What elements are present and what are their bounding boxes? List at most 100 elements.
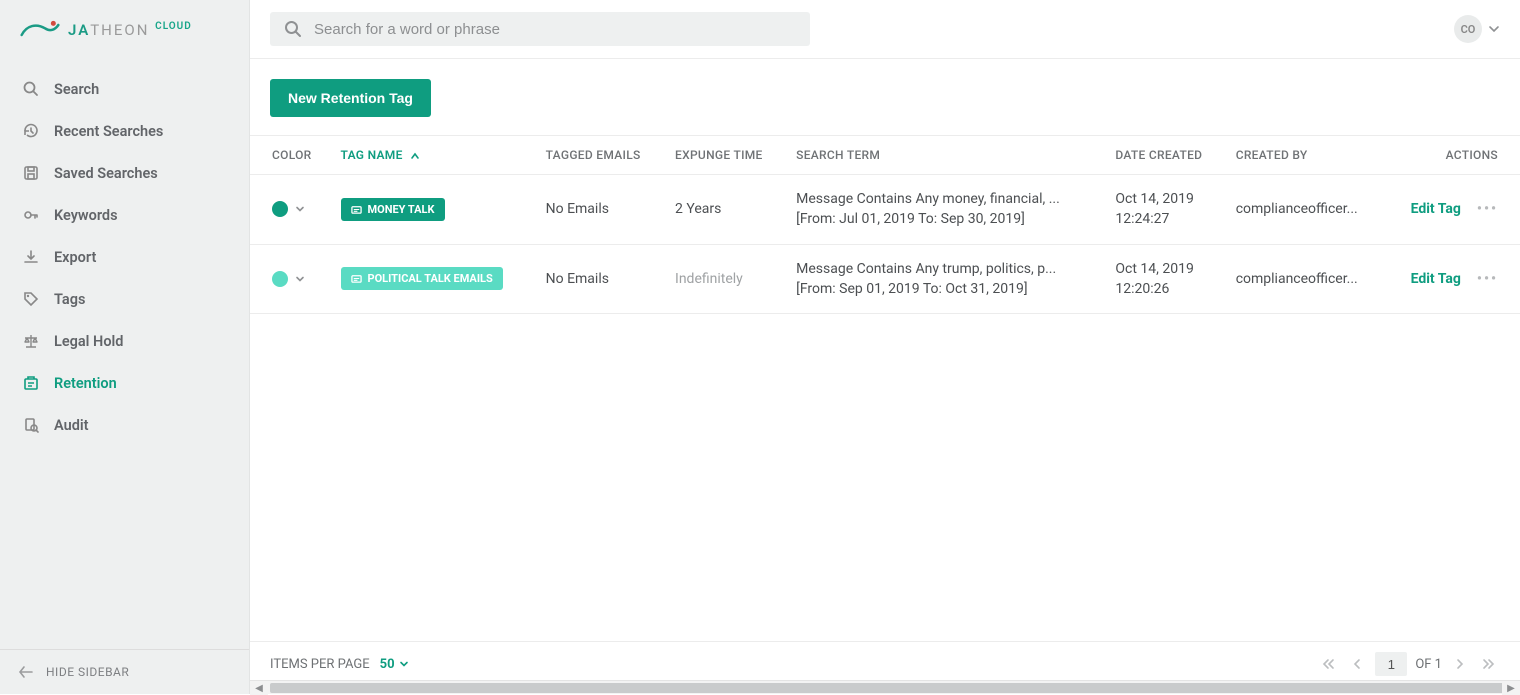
hide-sidebar-button[interactable]: HIDE SIDEBAR (0, 649, 249, 694)
search-input[interactable] (314, 21, 796, 38)
hide-sidebar-label: HIDE SIDEBAR (46, 665, 129, 679)
chevron-down-icon[interactable] (294, 273, 306, 285)
date-created-cell: Oct 14, 201912:24:27 (1115, 189, 1215, 230)
tag-pill[interactable]: MONEY TALK (341, 198, 445, 221)
sidebar-item-label: Legal Hold (54, 333, 123, 350)
col-tagged-emails[interactable]: TAGGED EMAILS (536, 136, 665, 175)
search-term-cell: Message Contains Any money, financial, .… (796, 189, 1076, 230)
chevron-down-icon (1488, 23, 1500, 35)
tag-icon (22, 290, 40, 308)
brand-logo[interactable]: JATHEON CLOUD (0, 0, 249, 60)
brand-text-1: JA (68, 21, 90, 39)
sidebar: JATHEON CLOUD Search Recent Searches Saved… (0, 0, 250, 694)
color-dot (272, 201, 288, 217)
sidebar-item-label: Search (54, 81, 99, 98)
tag-pill[interactable]: POLITICAL TALK EMAILS (341, 267, 503, 290)
edit-tag-button[interactable]: Edit Tag (1411, 201, 1461, 217)
logo-icon (20, 18, 60, 42)
sidebar-item-recent-searches[interactable]: Recent Searches (0, 110, 249, 152)
col-tag-name[interactable]: TAG NAME (331, 136, 536, 175)
brand-cloud: CLOUD (155, 21, 192, 32)
items-per-page[interactable]: ITEMS PER PAGE 50 (270, 657, 409, 672)
col-search-term[interactable]: SEARCH TERM (786, 136, 1105, 175)
page-last-button[interactable] (1478, 655, 1500, 673)
sidebar-item-label: Tags (54, 291, 85, 308)
page-prev-button[interactable] (1347, 656, 1367, 672)
page-input[interactable] (1375, 652, 1407, 676)
history-icon (22, 122, 40, 140)
expunge-time-cell: 2 Years (665, 175, 786, 245)
sidebar-item-search[interactable]: Search (0, 68, 249, 110)
sidebar-item-retention[interactable]: Retention (0, 362, 249, 404)
page-first-button[interactable] (1317, 655, 1339, 673)
sidebar-item-audit[interactable]: Audit (0, 404, 249, 446)
scrollbar-thumb[interactable] (270, 683, 1510, 693)
topbar: CO (250, 0, 1520, 59)
sidebar-item-label: Retention (54, 375, 117, 392)
more-actions-button[interactable]: ••• (1477, 271, 1498, 287)
sidebar-item-saved-searches[interactable]: Saved Searches (0, 152, 249, 194)
edit-tag-button[interactable]: Edit Tag (1411, 271, 1461, 287)
sidebar-item-export[interactable]: Export (0, 236, 249, 278)
expunge-time-cell: Indefinitely (665, 244, 786, 314)
global-search[interactable] (270, 12, 810, 46)
search-icon (22, 80, 40, 98)
key-icon (22, 206, 40, 224)
scroll-right-icon[interactable]: ▶ (1502, 681, 1520, 695)
avatar: CO (1454, 15, 1482, 43)
tagged-emails-cell: No Emails (536, 244, 665, 314)
sidebar-item-tags[interactable]: Tags (0, 278, 249, 320)
sidebar-item-label: Recent Searches (54, 123, 163, 140)
more-actions-button[interactable]: ••• (1477, 201, 1498, 217)
audit-icon (22, 416, 40, 434)
col-tag-name-label: TAG NAME (341, 148, 403, 162)
content: New Retention Tag COLOR TAG NAME (250, 59, 1520, 694)
items-per-page-label: ITEMS PER PAGE (270, 657, 370, 672)
main: CO New Retention Tag COLOR TAG NAME (250, 0, 1520, 694)
sidebar-item-label: Saved Searches (54, 165, 158, 182)
download-icon (22, 248, 40, 266)
tag-icon (351, 204, 362, 215)
col-date-created[interactable]: DATE CREATED (1105, 136, 1225, 175)
pager: OF 1 (1317, 652, 1500, 676)
search-term-cell: Message Contains Any trump, politics, p.… (796, 259, 1076, 300)
collapse-icon (18, 664, 34, 680)
sidebar-item-legal-hold[interactable]: Legal Hold (0, 320, 249, 362)
brand-text-2: THEON (90, 21, 149, 39)
sort-asc-icon (410, 151, 420, 161)
color-dot (272, 271, 288, 287)
tag-label: POLITICAL TALK EMAILS (368, 272, 493, 285)
search-icon (284, 20, 302, 38)
col-actions: ACTIONS (1386, 136, 1520, 175)
save-icon (22, 164, 40, 182)
page-of-label: OF 1 (1415, 657, 1442, 672)
table-row: POLITICAL TALK EMAILS No EmailsIndefinite… (250, 244, 1520, 314)
scroll-left-icon[interactable]: ◀ (250, 681, 268, 695)
sidebar-item-label: Audit (54, 417, 89, 434)
col-created-by[interactable]: CREATED BY (1226, 136, 1386, 175)
created-by-cell: complianceofficer... (1236, 201, 1366, 217)
col-expunge-time[interactable]: EXPUNGE TIME (665, 136, 786, 175)
sidebar-item-label: Export (54, 249, 96, 266)
page-next-button[interactable] (1450, 656, 1470, 672)
nav: Search Recent Searches Saved Searches Keywo… (0, 60, 249, 649)
items-per-page-value: 50 (380, 657, 395, 672)
tagged-emails-cell: No Emails (536, 175, 665, 245)
sidebar-item-keywords[interactable]: Keywords (0, 194, 249, 236)
chevron-down-icon (399, 659, 409, 669)
col-color[interactable]: COLOR (250, 136, 331, 175)
pagination-footer: ITEMS PER PAGE 50 (250, 641, 1520, 680)
retention-icon (22, 374, 40, 392)
date-created-cell: Oct 14, 201912:20:26 (1115, 259, 1215, 300)
horizontal-scrollbar[interactable]: ◀ ▶ (250, 680, 1520, 694)
user-menu[interactable]: CO (1454, 15, 1500, 43)
table-row: MONEY TALK No Emails2 YearsMessage Contai… (250, 175, 1520, 245)
tag-label: MONEY TALK (368, 203, 435, 216)
sidebar-item-label: Keywords (54, 207, 118, 224)
action-bar: New Retention Tag (250, 59, 1520, 135)
brand-text: JATHEON CLOUD (68, 21, 192, 39)
balance-icon (22, 332, 40, 350)
retention-table: COLOR TAG NAME TAGGED EMAILS EXPUNGE TIM… (250, 135, 1520, 641)
chevron-down-icon[interactable] (294, 203, 306, 215)
new-retention-tag-button[interactable]: New Retention Tag (270, 79, 431, 117)
